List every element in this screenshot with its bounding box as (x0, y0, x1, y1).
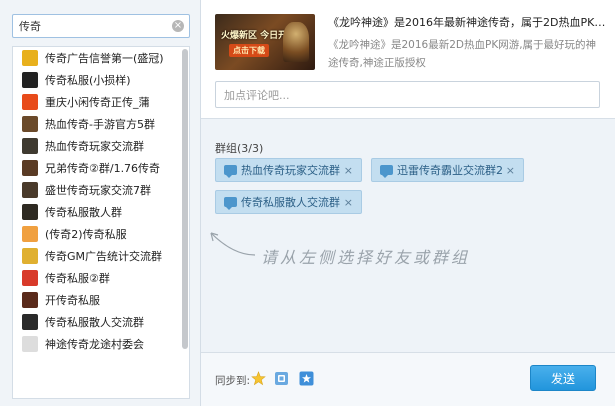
list-item-label: 盛世传奇玩家交流7群 (45, 184, 151, 197)
person-avatar-icon (22, 336, 38, 352)
game-avatar-icon (22, 116, 38, 132)
list-item[interactable]: 重庆小闲传奇正传_蒲 (13, 91, 189, 113)
selected-groups-area: 群组(3/3) 热血传奇玩家交流群 × 迅雷传奇霸业交流群2 × 传奇私服散人交… (201, 118, 615, 352)
list-item-label: 重庆小闲传奇正传_蒲 (45, 96, 150, 109)
list-item[interactable]: 盛世传奇玩家交流7群 (13, 179, 189, 201)
qzone-star-icon[interactable] (251, 371, 266, 386)
selected-group-tag: 迅雷传奇霸业交流群2 × (371, 158, 524, 182)
pengyou-star-icon[interactable] (299, 371, 314, 386)
selected-group-tag: 热血传奇玩家交流群 × (215, 158, 362, 182)
list-item[interactable]: 传奇广告信誉第一(盛冠) (13, 47, 189, 69)
list-item[interactable]: (传奇2)传奇私服 (13, 223, 189, 245)
list-item-label: 开传奇私服 (45, 294, 100, 307)
thumbnail-warrior-figure (283, 22, 309, 62)
sync-label: 同步到: (215, 375, 251, 387)
list-item[interactable]: 传奇私服②群 (13, 267, 189, 289)
search-input[interactable] (19, 18, 169, 34)
list-item-label: 传奇私服(小损样) (45, 74, 131, 87)
list-item-label: 神途传奇龙途村委会 (45, 338, 144, 351)
group-chat-icon (224, 165, 237, 178)
list-item-label: 兄弟传奇②群/1.76传奇 (45, 162, 161, 175)
comment-input[interactable] (224, 87, 584, 103)
left-panel: × 传奇广告信誉第一(盛冠) 传奇私服(小损样) 重庆小闲传奇正传_蒲 热血传奇… (0, 0, 201, 406)
list-item-label: 传奇GM广告统计交流群 (45, 250, 163, 263)
list-item[interactable]: 兄弟传奇②群/1.76传奇 (13, 157, 189, 179)
list-scrollbar[interactable] (182, 49, 188, 349)
crown-avatar-icon (22, 50, 38, 66)
share-title: 《龙吟神途》是2016年最新神途传奇，属于2D热血PK网游 (328, 16, 608, 29)
search-box: × (12, 14, 190, 38)
list-item[interactable]: 传奇GM广告统计交流群 (13, 245, 189, 267)
list-item[interactable]: 开传奇私服 (13, 289, 189, 311)
clear-search-icon[interactable]: × (172, 20, 184, 32)
group-chat-icon (224, 197, 237, 210)
right-panel: 火爆新区 今日开启 点击下载 《龙吟神途》是2016年最新神途传奇，属于2D热血… (201, 0, 615, 406)
group-chat-icon (380, 165, 393, 178)
game-avatar-icon (22, 314, 38, 330)
comment-box (215, 81, 600, 108)
list-item[interactable]: 传奇私服散人群 (13, 201, 189, 223)
game-avatar-icon (22, 138, 38, 154)
selected-group-tag: 传奇私服散人交流群 × (215, 190, 362, 214)
weibo-icon[interactable] (274, 371, 289, 386)
list-item[interactable]: 传奇私服(小损样) (13, 69, 189, 91)
thumbnail-download-badge: 点击下载 (229, 44, 269, 57)
list-item-label: 传奇私服散人群 (45, 206, 122, 219)
group-list: 传奇广告信誉第一(盛冠) 传奇私服(小损样) 重庆小闲传奇正传_蒲 热血传奇-手… (12, 46, 190, 399)
footer-bar: 同步到: 发送 (201, 352, 615, 406)
tag-label: 热血传奇玩家交流群 (241, 164, 340, 177)
remove-tag-icon[interactable]: × (506, 164, 515, 177)
send-button[interactable]: 发送 (530, 365, 596, 391)
share-preview: 火爆新区 今日开启 点击下载 《龙吟神途》是2016年最新神途传奇，属于2D热血… (201, 0, 615, 118)
list-item[interactable]: 热血传奇玩家交流群 (13, 135, 189, 157)
remove-tag-icon[interactable]: × (344, 196, 353, 209)
select-hint: 请从左侧选择好友或群组 (261, 248, 471, 267)
g-logo-avatar-icon (22, 94, 38, 110)
game-avatar-icon (22, 182, 38, 198)
list-item-label: 传奇广告信誉第一(盛冠) (45, 52, 164, 65)
game-avatar-icon (22, 204, 38, 220)
share-description: 《龙吟神途》是2016最新2D热血PK网游,属于最好玩的神途传奇,神途正版授权 (328, 39, 597, 69)
game-avatar-icon (22, 160, 38, 176)
share-thumbnail: 火爆新区 今日开启 点击下载 (215, 14, 315, 70)
list-item-label: 热血传奇玩家交流群 (45, 140, 144, 153)
tag-label: 传奇私服散人交流群 (241, 196, 340, 209)
people-avatar-icon (22, 226, 38, 242)
list-item-label: 传奇私服散人交流群 (45, 316, 144, 329)
list-item-label: 热血传奇-手游官方5群 (45, 118, 155, 131)
list-item-label: (传奇2)传奇私服 (45, 228, 127, 241)
tag-label: 迅雷传奇霸业交流群2 (397, 164, 503, 177)
qq-avatar-icon (22, 72, 38, 88)
list-item[interactable]: 热血传奇-手游官方5群 (13, 113, 189, 135)
list-item[interactable]: 传奇私服散人交流群 (13, 311, 189, 333)
share-dialog: × 传奇广告信誉第一(盛冠) 传奇私服(小损样) 重庆小闲传奇正传_蒲 热血传奇… (0, 0, 615, 406)
ring-avatar-icon (22, 248, 38, 264)
remove-tag-icon[interactable]: × (344, 164, 353, 177)
selected-count-heading: 群组(3/3) (215, 142, 264, 155)
curved-arrow-icon (210, 232, 256, 256)
game-avatar-icon (22, 292, 38, 308)
red-seal-avatar-icon (22, 270, 38, 286)
list-item[interactable]: 神途传奇龙途村委会 (13, 333, 189, 355)
list-item-label: 传奇私服②群 (45, 272, 110, 285)
